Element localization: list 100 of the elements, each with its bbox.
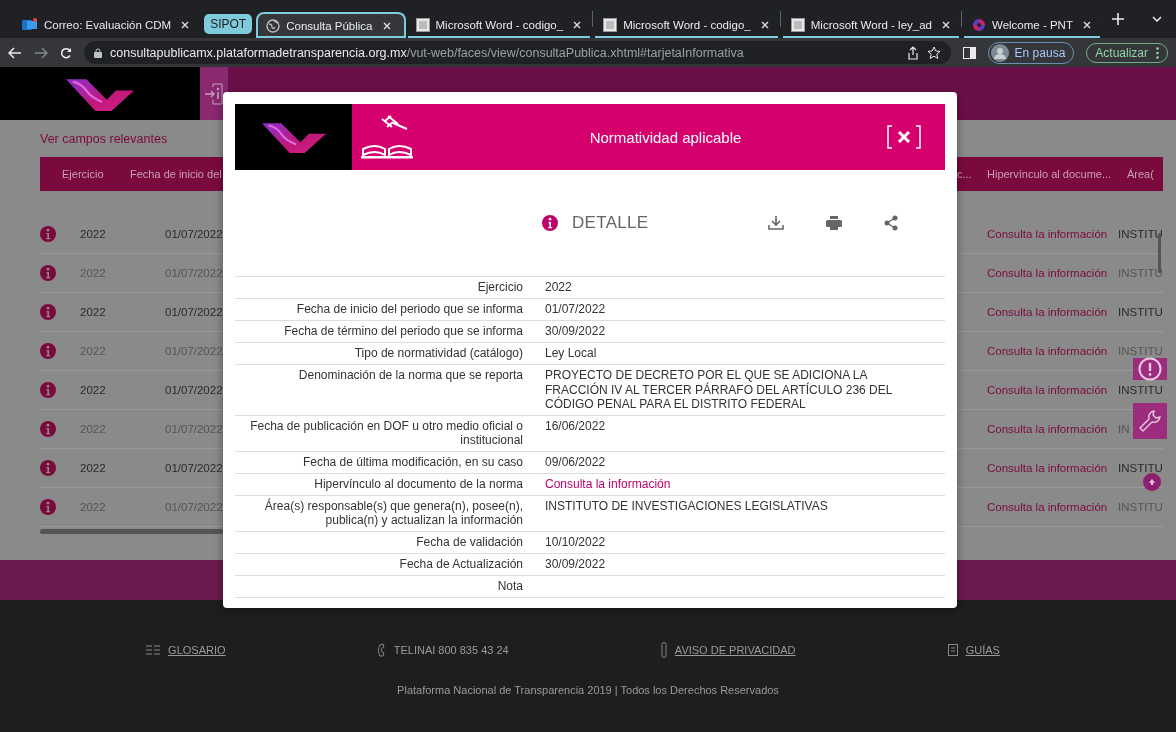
browser-tab[interactable]: Microsoft Word - codigo_	[595, 12, 778, 38]
table-cell: 01/07/2022	[165, 384, 223, 396]
field-label: Denominación de la norma que se reporta	[298, 368, 523, 382]
field-label: Tipo de normatividad (catálogo)	[354, 346, 523, 360]
table-cell-text: 2022	[79, 306, 106, 318]
footer-link[interactable]: GLOSARIO	[168, 644, 226, 656]
info-link[interactable]: Consulta la información	[545, 476, 671, 491]
info-link[interactable]: Consulta la información	[979, 462, 1108, 474]
download-icon[interactable]	[768, 216, 785, 230]
browser-tab[interactable]: Correo: Evaluación CDM	[14, 12, 199, 38]
field-label: Ejercicio	[477, 280, 523, 294]
field-label: Área(s) responsable(s) que genera(n), posee(n), publica(n) y actualizan la información	[264, 498, 523, 527]
field-value: 09/06/2022	[545, 454, 606, 469]
tools-button[interactable]	[1133, 403, 1167, 439]
info-link[interactable]: Consulta la información	[979, 267, 1108, 279]
side-panel-icon[interactable]	[962, 46, 976, 59]
close-icon[interactable]	[180, 20, 191, 30]
browser-tab[interactable]: Microsoft Word - codigo_	[407, 12, 591, 38]
close-icon[interactable]	[759, 20, 770, 30]
document-icon	[415, 18, 430, 32]
tab-group-label[interactable]: SIPOT	[204, 14, 253, 34]
footer-link[interactable]: GUÍAS	[965, 644, 1000, 656]
table-cell-text: INSTITU	[1117, 228, 1163, 240]
field-value: 30/09/2022	[545, 556, 606, 571]
close-icon[interactable]	[572, 20, 583, 30]
close-icon[interactable]	[941, 20, 951, 30]
share-icon[interactable]	[906, 45, 919, 60]
field-label: Fecha de Actualización	[399, 556, 523, 571]
field-label: Fecha de término del periodo que se informa	[284, 324, 523, 338]
footer-link[interactable]: AVISO DE PRIVACIDAD	[674, 644, 796, 656]
column-header: Hipervínculo al docume...	[986, 168, 1112, 180]
scroll-top-button[interactable]	[1143, 473, 1161, 491]
field-value: INSTITUTO DE INVESTIGACIONES LEGISLATIVAS	[545, 498, 828, 513]
plus-icon[interactable]	[1111, 13, 1124, 25]
browser-tab[interactable]: Welcome - PNT	[964, 12, 1100, 38]
column-header: Área(	[1126, 168, 1154, 180]
document-icon	[790, 18, 805, 32]
field-label: Nota	[497, 578, 523, 593]
info-link[interactable]: Consulta la información	[979, 501, 1108, 513]
wrench-icon	[1138, 409, 1162, 433]
info-link[interactable]: Consulta la información	[979, 306, 1108, 318]
up-arrow-icon	[1148, 478, 1156, 486]
table-cell-text: 2022	[79, 384, 106, 396]
reload-icon[interactable]	[60, 46, 72, 59]
more-icon	[1156, 46, 1159, 59]
phone-icon	[377, 643, 386, 657]
info-link[interactable]: Consulta la información	[979, 345, 1108, 357]
mail-icon	[22, 18, 38, 32]
field-value: PROYECTO DE DECRETO POR EL QUE SE ADICIONA LA FRACCIÓN IV AL TERCER PÁRRAFO DEL ARTÍCULO 236 DEL CÓDIGO PENAL PARA EL DISTRITO FEDERAL	[545, 368, 892, 411]
field-value: 2022	[545, 280, 572, 294]
info-icon	[542, 215, 558, 231]
scrollbar-thumb[interactable]	[40, 529, 223, 534]
info-icon	[40, 421, 56, 437]
info-icon	[40, 226, 56, 242]
alert-button[interactable]	[1133, 358, 1167, 380]
footer-text: TELINAI 800 835 43 24	[393, 644, 509, 656]
swirl-logo-icon	[972, 18, 986, 32]
list-icon	[146, 644, 161, 656]
field-label: Hipervínculo al documento de la norma	[314, 476, 523, 491]
field-value: 30/09/2022	[545, 324, 606, 338]
print-icon[interactable]	[826, 216, 843, 230]
ribbon-logo-icon	[65, 76, 135, 111]
forward-arrow-icon[interactable]	[34, 46, 48, 59]
star-icon[interactable]	[926, 45, 941, 60]
exclamation-icon	[1138, 357, 1162, 381]
browser-tab[interactable]: Consulta Pública	[256, 12, 406, 38]
info-icon	[40, 304, 56, 320]
field-value: 10/10/2022	[545, 534, 606, 549]
share-icon[interactable]	[884, 215, 899, 231]
address-bar[interactable]: consultapublicamx.plataformadetransparencia.org.mx/vut-web/faces/view/consultaPublica.xhtml#tarjetaInformativa	[84, 41, 951, 64]
field-value: 01/07/2022	[545, 302, 606, 316]
info-link[interactable]: Consulta la información	[979, 228, 1108, 240]
lock-icon	[94, 47, 102, 58]
relevant-fields-link[interactable]: Ver campos relevantes	[40, 132, 168, 146]
field-label: Fecha de publicación en DOF u otro medio oficial o institucional	[250, 418, 523, 447]
column-header: Ejercicio	[62, 168, 104, 180]
info-icon	[40, 343, 56, 359]
table-cell: 01/07/2022	[165, 228, 223, 240]
info-link[interactable]: Consulta la información	[979, 423, 1108, 435]
login-info-icon[interactable]	[205, 82, 223, 105]
table-cell-text: INSTITU	[1117, 384, 1163, 396]
copyright-text: Plataforma Nacional de Transparencia 2019 | Todos los Derechos Reservados	[396, 684, 780, 696]
browser-tab[interactable]: Microsoft Word - ley_ad	[782, 12, 959, 38]
info-icon	[40, 382, 56, 398]
table-cell-text: INSTITU	[1117, 462, 1163, 474]
field-value: Ley Local	[545, 346, 597, 360]
back-arrow-icon[interactable]	[8, 46, 22, 59]
section-title: DETALLE	[572, 213, 649, 233]
globe-icon	[266, 19, 281, 33]
close-icon[interactable]	[381, 21, 392, 31]
avatar-icon	[990, 43, 1009, 62]
info-link[interactable]: Consulta la información	[979, 384, 1108, 396]
close-icon[interactable]	[1081, 20, 1092, 30]
field-label: Fecha de inicio del periodo que se informa	[296, 302, 523, 316]
gavel-book-icon	[360, 115, 414, 159]
table-cell: 01/07/2022	[165, 462, 223, 474]
chevron-down-icon[interactable]	[1152, 16, 1162, 22]
info-icon	[40, 265, 56, 281]
document-icon	[603, 18, 618, 32]
field-label: Fecha de última modificación, en su caso	[302, 454, 523, 469]
